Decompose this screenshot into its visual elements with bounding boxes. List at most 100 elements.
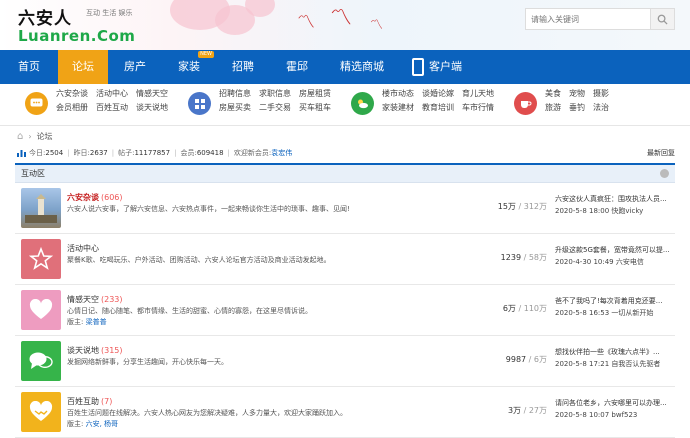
search-input[interactable] [526,9,652,29]
nav-decoration[interactable]: 家装 NEW [162,50,216,84]
handshake-icon[interactable] [21,392,61,432]
forum-counts: 3万 / 27万 [471,405,547,416]
forum-name: 谈天说地 [67,346,99,355]
category-link[interactable]: 旅游 [545,103,561,113]
category-link[interactable]: 求职信息 [259,89,291,99]
category-link[interactable]: 宠物 [569,89,585,99]
category-link[interactable]: 六安杂谈 [56,89,88,99]
last-post: 爸不了我吗了!每次背着用克还要... 2020-5-8 16:53 一切从新开始 [555,295,662,319]
category-link[interactable]: 会员相册 [56,103,88,113]
forum-description: 六安人说六安事，了解六安信息、六安热点事件，一起来畅谈你生活中的琐事、趣事、见闻… [67,205,350,213]
category-link[interactable]: 房屋租赁 [299,89,331,99]
category-link[interactable]: 房屋买卖 [219,103,251,113]
forum-row: 谈天说地 (315) 发掘网络新鲜事，分享生活趣闻，开心快乐每一天。 9987 /… [15,336,675,387]
thread-count: 15万 [497,202,516,211]
last-post-title[interactable]: 想找伙伴拍一些《玫瑰六点半》... [555,346,660,358]
grid-icon [188,92,211,115]
category-link[interactable]: 车市行情 [462,103,494,113]
category-link[interactable]: 摄影 [593,89,609,99]
last-post-meta: 2020-5-8 18:00 快跑vicky [555,207,644,215]
forum-today-count: (7) [101,397,113,406]
category-links: 楼市动态 谈婚论嫁 育儿天地 家装建材 教育培训 车市行情 [382,89,494,113]
category-links: 招聘信息 求职信息 房屋租赁 房屋买卖 二手交易 买车租车 [219,89,331,113]
last-post-meta: 2020-5-8 17:21 自我否认先驱者 [555,360,661,368]
category-link[interactable]: 教育培训 [422,103,454,113]
forum-name: 活动中心 [67,244,99,253]
forum-name-link[interactable]: 情感天空 (233) [67,294,123,305]
nav-home[interactable]: 首页 [0,50,58,84]
category-link[interactable]: 法治 [593,103,609,113]
category-link[interactable]: 百姓互动 [96,103,128,113]
last-post: 六安这伙人真疯狂：围攻执法人员... 2020-5-8 18:00 快跑vick… [555,193,667,217]
weather-icon [351,92,374,115]
category-link[interactable]: 垂钓 [569,103,585,113]
breadcrumb: ⌂ › 论坛 [0,126,690,146]
phone-icon [412,58,424,76]
forum-description: 聚餐K歌、吃喝玩乐、户外活动、团购活动、六安人论坛官方活动及商业活动发起地。 [67,256,331,264]
crane-icon: 〽 [297,12,315,33]
post-count: / 58万 [523,253,547,262]
latest-replies-link[interactable]: 最新回复 [647,148,675,158]
category-link[interactable]: 美食 [545,89,561,99]
category-link[interactable]: 二手交易 [259,103,291,113]
tower-icon[interactable] [21,188,61,228]
category-link[interactable]: 买车租车 [299,103,331,113]
search-button[interactable] [650,9,674,29]
forum-counts: 15万 / 312万 [471,201,547,212]
forum-name-link[interactable]: 百姓互助 (7) [67,396,112,407]
forum-moderators: 版主: 梁普普 [67,317,107,327]
home-icon[interactable]: ⌂ [17,131,23,142]
post-count: / 6万 [528,355,547,364]
section-header: 互动区 [15,165,675,183]
speech-bubbles-icon[interactable] [21,341,61,381]
logo-english: Luanren.Com [18,27,136,45]
last-post-title[interactable]: 爸不了我吗了!每次背着用克还要... [555,295,662,307]
star-icon[interactable] [21,239,61,279]
crane-icon: 〽 [370,18,384,33]
forum-moderators: 版主: 六安, 杨哥 [67,419,118,429]
new-badge: NEW [198,51,214,58]
collapse-toggle-icon[interactable] [660,169,669,178]
moderator-link[interactable]: 梁普普 [86,318,107,326]
nav-decoration-label: 家装 [178,60,200,73]
category-link[interactable]: 谈婚论嫁 [422,89,454,99]
last-post-title[interactable]: 请问各位老乡，六安哪里可以办理... [555,397,667,409]
category-links: 美食 宠物 摄影 旅游 垂钓 法治 [545,89,609,113]
nav-forum[interactable]: 论坛 [58,50,108,84]
coffee-cup-icon [514,92,537,115]
nav-realestate[interactable]: 房产 [108,50,162,84]
new-member-link[interactable]: 袁宏伟 [271,148,292,158]
heart-icon[interactable] [21,290,61,330]
category-link[interactable]: 家装建材 [382,103,414,113]
forum-name-link[interactable]: 活动中心 [67,243,101,254]
category-group-community: 六安杂谈 活动中心 情感天空 会员相册 百姓互动 谈天说地 [0,89,168,125]
last-post-title[interactable]: 六安这伙人真疯狂：围攻执法人员... [555,193,667,205]
nav-app[interactable]: 客户端 [400,50,474,84]
category-link[interactable]: 活动中心 [96,89,128,99]
breadcrumb-current[interactable]: 论坛 [37,131,53,142]
today-label: 今日: [29,149,46,157]
search-box [525,8,675,30]
forum-today-count: (606) [101,193,123,202]
nav-jobs[interactable]: 招聘 [216,50,270,84]
category-link[interactable]: 谈天说地 [136,103,168,113]
forum-counts: 6万 / 110万 [471,303,547,314]
forum-name-link[interactable]: 谈天说地 (315) [67,345,123,356]
last-post-meta: 2020-5-8 16:53 一切从新开始 [555,309,654,317]
forum-today-count: (233) [101,295,123,304]
posts-count: 11177857 [134,149,171,157]
category-link[interactable]: 育儿天地 [462,89,494,99]
nav-huoqiu[interactable]: 霍邱 [270,50,324,84]
chat-bubble-icon [25,92,48,115]
thread-count: 3万 [507,406,522,415]
nav-mall[interactable]: 精选商城 [324,50,400,84]
last-post-title[interactable]: 升级这款5G套餐，宽带竟然可以提... [555,244,670,256]
category-link[interactable]: 情感天空 [136,89,168,99]
moderator-link[interactable]: 六安, 杨哥 [86,420,118,428]
category-link[interactable]: 招聘信息 [219,89,251,99]
category-group-leisure: 美食 宠物 摄影 旅游 垂钓 法治 [494,89,609,125]
category-link[interactable]: 楼市动态 [382,89,414,99]
forum-name-link[interactable]: 六安杂谈 (606) [67,192,123,203]
forum-row: 活动中心 聚餐K歌、吃喝玩乐、户外活动、团购活动、六安人论坛官方活动及商业活动发… [15,234,675,285]
thread-count: 1239 [500,253,522,262]
